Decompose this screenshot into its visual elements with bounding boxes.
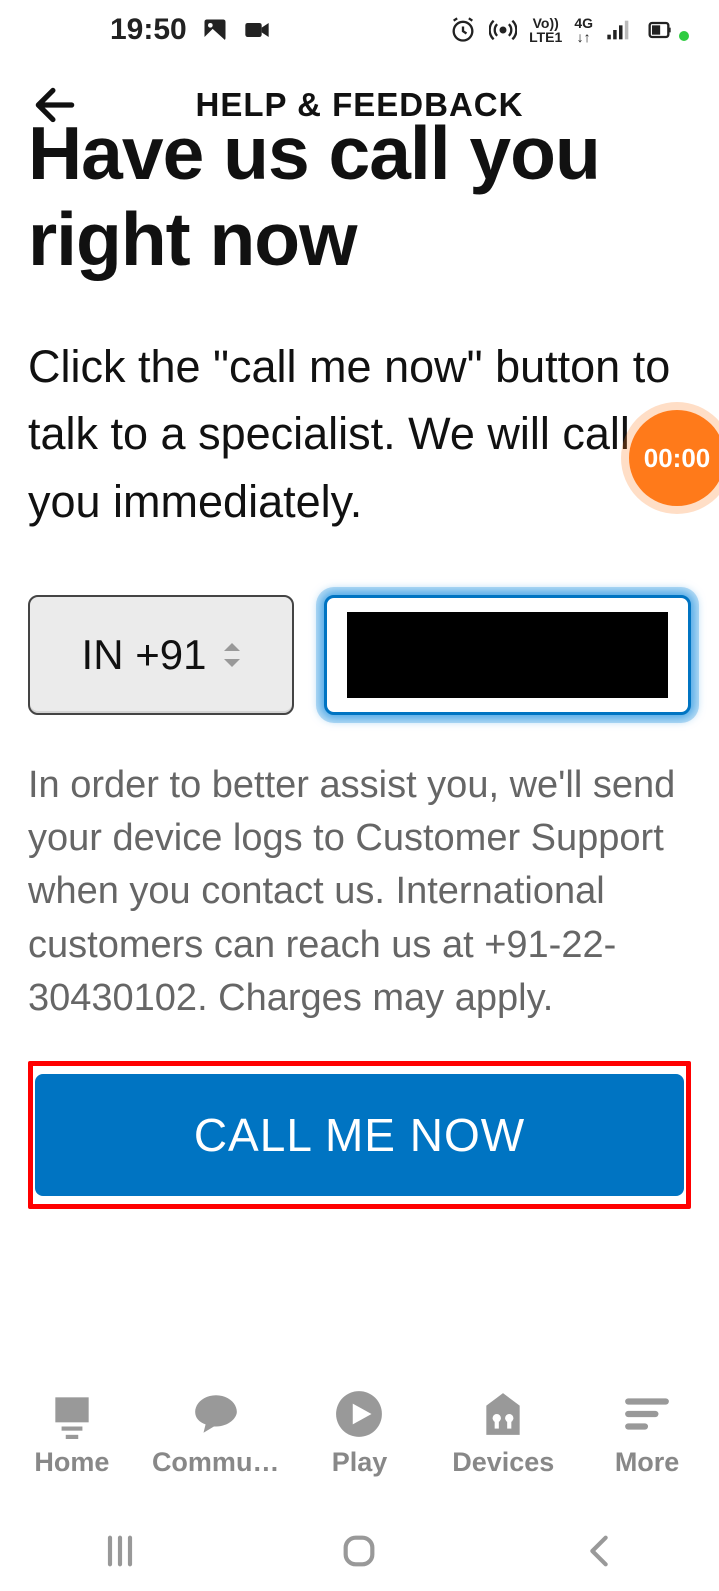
- main-content: Have us call you right now Click the "ca…: [0, 110, 719, 1209]
- nav-community[interactable]: Commu…: [146, 1389, 286, 1478]
- chat-icon: [191, 1389, 241, 1439]
- page-subtitle: Click the "call me now" button to talk t…: [28, 333, 691, 536]
- heading-line-1: Have us call you: [28, 110, 691, 196]
- nav-home[interactable]: Home: [2, 1389, 142, 1478]
- more-icon: [622, 1389, 672, 1439]
- battery-dot-icon: [679, 31, 689, 41]
- country-code-select[interactable]: IN +91: [28, 595, 294, 715]
- recording-timer-badge[interactable]: 00:00: [629, 410, 719, 506]
- network-gen-indicator: 4G ↓↑: [574, 16, 593, 44]
- disclaimer-text: In order to better assist you, we'll sen…: [28, 759, 691, 1025]
- hotspot-icon: [489, 16, 517, 44]
- nav-devices[interactable]: Devices: [433, 1389, 573, 1478]
- nav-label: More: [577, 1447, 717, 1478]
- bottom-nav: Home Commu… Play Devices More: [0, 1373, 719, 1493]
- nav-label: Play: [289, 1447, 429, 1478]
- recents-button[interactable]: [90, 1531, 150, 1571]
- nav-label: Devices: [433, 1447, 573, 1478]
- call-me-now-button[interactable]: CALL ME NOW: [35, 1074, 684, 1196]
- nav-more[interactable]: More: [577, 1389, 717, 1478]
- volte-indicator: Vo)) LTE1: [529, 16, 562, 44]
- home-icon: [47, 1389, 97, 1439]
- play-icon: [334, 1389, 384, 1439]
- phone-input[interactable]: [347, 612, 668, 698]
- page-heading: Have us call you right now: [28, 110, 691, 283]
- country-code-value: IN +91: [82, 631, 207, 679]
- back-system-button[interactable]: [569, 1531, 629, 1571]
- nav-label: Commu…: [146, 1447, 286, 1478]
- heading-line-2: right now: [28, 196, 691, 282]
- home-button[interactable]: [329, 1531, 389, 1571]
- nav-label: Home: [2, 1447, 142, 1478]
- battery-icon: [645, 16, 673, 44]
- system-nav-bar: [0, 1511, 719, 1591]
- phone-input-wrapper: [324, 595, 691, 715]
- alarm-icon: [449, 16, 477, 44]
- devices-icon: [478, 1389, 528, 1439]
- status-time: 19:50: [110, 13, 187, 47]
- cta-highlight-box: CALL ME NOW: [28, 1061, 691, 1209]
- select-caret-icon: [224, 643, 240, 667]
- status-bar: 19:50 Vo)) LTE1 4G ↓↑: [0, 0, 719, 60]
- signal-icon: [605, 16, 633, 44]
- nav-play[interactable]: Play: [289, 1389, 429, 1478]
- image-icon: [201, 16, 229, 44]
- phone-input-row: IN +91: [28, 595, 691, 715]
- video-icon: [243, 16, 271, 44]
